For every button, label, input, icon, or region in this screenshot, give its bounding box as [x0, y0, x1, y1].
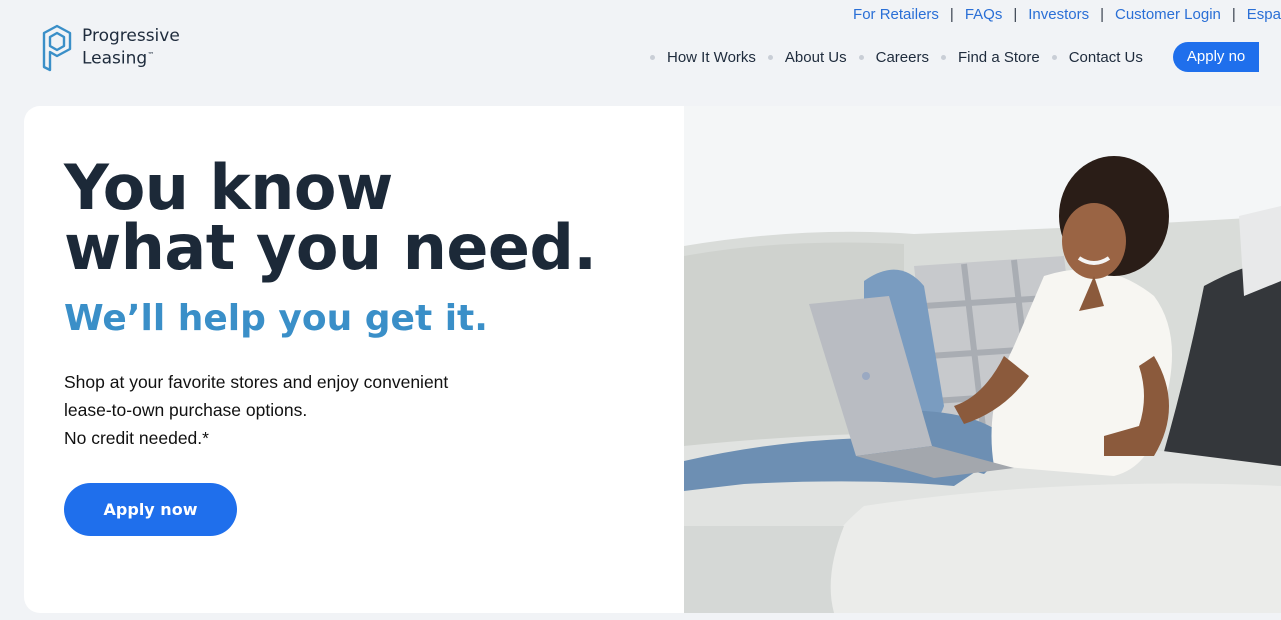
body-line2: lease-to-own purchase options.	[64, 400, 308, 420]
nav-item-contact-us[interactable]: Contact Us	[1069, 49, 1143, 66]
utility-nav: For Retailers | FAQs | Investors | Custo…	[853, 6, 1281, 23]
bullet-icon	[650, 54, 655, 60]
bullet-icon	[767, 54, 773, 60]
separator: |	[1100, 6, 1104, 23]
utility-link-espanol[interactable]: Espa	[1247, 6, 1281, 23]
headline-line1: You know	[64, 151, 393, 224]
hero-body: Shop at your favorite stores and enjoy c…	[64, 368, 448, 452]
main-nav: How It Works About Us Careers Find a Sto…	[650, 42, 1281, 72]
nav-apply-button[interactable]: Apply no	[1172, 42, 1260, 72]
bullet-icon	[1051, 54, 1057, 60]
brand-wordmark: Progressive Leasing™	[82, 27, 180, 69]
apply-now-button[interactable]: Apply now	[64, 483, 237, 536]
headline-line2: what you need.	[64, 211, 597, 284]
separator: |	[1013, 6, 1018, 23]
bullet-icon	[858, 54, 864, 60]
utility-link-investors[interactable]: Investors	[1028, 6, 1089, 23]
separator: |	[949, 6, 954, 23]
body-line3: No credit needed.*	[64, 428, 209, 448]
utility-link-customer-login[interactable]: Customer Login	[1115, 6, 1221, 23]
hero-card: You know what you need. We’ll help you g…	[24, 106, 684, 613]
progressive-logo-icon	[42, 24, 72, 72]
body-line1: Shop at your favorite stores and enjoy c…	[64, 372, 449, 392]
nav-item-find-a-store[interactable]: Find a Store	[958, 49, 1040, 66]
trademark-symbol: ™	[147, 51, 155, 60]
utility-link-for-retailers[interactable]: For Retailers	[853, 6, 939, 23]
hero-subhead: We’ll help you get it.	[64, 298, 488, 339]
nav-item-how-it-works[interactable]: How It Works	[667, 49, 756, 66]
hero-photo	[684, 106, 1281, 613]
bullet-icon	[940, 54, 946, 60]
brand-logo[interactable]: Progressive Leasing™	[40, 23, 180, 73]
nav-item-about-us[interactable]: About Us	[785, 49, 847, 66]
hero-headline: You know what you need.	[64, 151, 597, 284]
nav-item-careers[interactable]: Careers	[876, 49, 929, 66]
separator: |	[1231, 6, 1236, 23]
utility-link-faqs[interactable]: FAQs	[965, 6, 1003, 23]
brand-name-line2: Leasing	[82, 48, 148, 69]
woman-with-laptop-image	[684, 106, 1281, 613]
brand-name-line1: Progressive	[82, 26, 180, 47]
